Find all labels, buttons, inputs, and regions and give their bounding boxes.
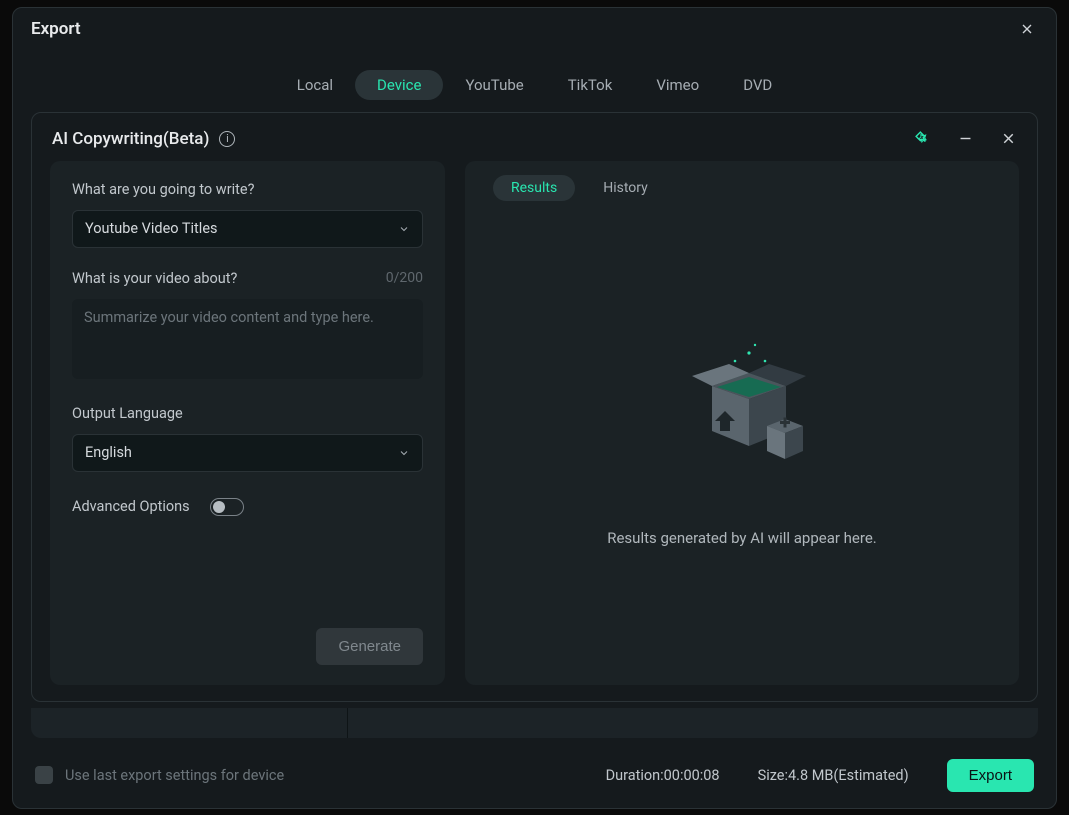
close-icon: [1019, 21, 1035, 37]
tab-vimeo[interactable]: Vimeo: [634, 70, 721, 100]
close-icon: [1000, 130, 1017, 147]
tab-dvd[interactable]: DVD: [721, 70, 794, 100]
use-last-settings-label: Use last export settings for device: [65, 767, 284, 784]
write-type-select[interactable]: Youtube Video Titles: [72, 210, 423, 248]
modal-header: Export: [13, 8, 1056, 48]
char-counter: 0/200: [386, 270, 423, 286]
modal-title: Export: [31, 19, 81, 39]
video-about-label: What is your video about?: [72, 270, 237, 287]
generate-button[interactable]: Generate: [316, 628, 423, 665]
empty-box-icon: [657, 331, 827, 501]
language-select[interactable]: English: [72, 434, 423, 472]
tab-tiktok[interactable]: TikTok: [546, 70, 635, 100]
video-about-input[interactable]: [72, 299, 423, 379]
panel-close-button[interactable]: [1000, 130, 1017, 147]
modal-footer: Use last export settings for device Dura…: [13, 743, 1056, 808]
size-info: Size:4.8 MB(Estimated): [758, 767, 909, 784]
panel-title: AI Copywriting(Beta): [52, 129, 209, 149]
duration-info: Duration:00:00:08: [606, 767, 720, 784]
results-column: Results History: [465, 161, 1019, 685]
info-icon[interactable]: i: [219, 131, 235, 147]
language-label: Output Language: [72, 405, 423, 422]
chevron-down-icon: [398, 447, 410, 459]
chevron-down-icon: [398, 223, 410, 235]
subtab-results[interactable]: Results: [493, 175, 575, 201]
ai-copywriting-panel: AI Copywriting(Beta) i What are you goin…: [31, 112, 1038, 702]
advanced-options-label: Advanced Options: [72, 498, 190, 515]
modal-close-button[interactable]: [1016, 18, 1038, 40]
export-button[interactable]: Export: [947, 759, 1034, 792]
export-tabs: Local Device YouTube TikTok Vimeo DVD: [13, 70, 1056, 100]
export-modal: Export Local Device YouTube TikTok Vimeo…: [12, 7, 1057, 809]
minimize-button[interactable]: [957, 130, 974, 147]
advanced-options-toggle[interactable]: [210, 498, 244, 516]
pin-icon: [914, 130, 931, 147]
write-type-value: Youtube Video Titles: [85, 220, 218, 237]
results-empty-message: Results generated by AI will appear here…: [607, 529, 877, 547]
minimize-icon: [957, 130, 974, 147]
tab-device[interactable]: Device: [355, 70, 443, 100]
language-value: English: [85, 444, 132, 461]
form-column: What are you going to write? Youtube Vid…: [50, 161, 445, 685]
subtab-history[interactable]: History: [599, 175, 652, 201]
tab-local[interactable]: Local: [275, 70, 355, 100]
use-last-settings-checkbox[interactable]: [35, 766, 53, 784]
pin-button[interactable]: [914, 130, 931, 147]
write-type-label: What are you going to write?: [72, 181, 423, 198]
results-tabs: Results History: [487, 175, 997, 201]
panel-header: AI Copywriting(Beta) i: [50, 125, 1019, 161]
tab-youtube[interactable]: YouTube: [443, 70, 545, 100]
settings-strip: [31, 708, 1038, 738]
